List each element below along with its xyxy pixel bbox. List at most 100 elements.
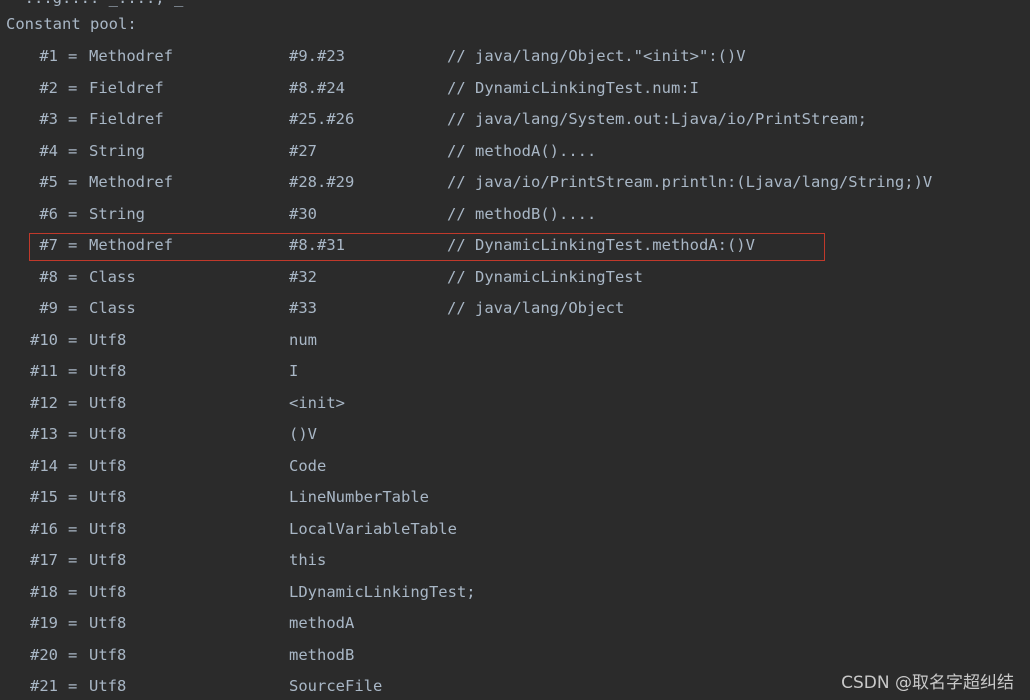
entry-index: #8 <box>39 267 58 286</box>
entry-ref: methodA <box>289 614 355 632</box>
entry-ref: LineNumberTable <box>289 488 429 506</box>
constant-pool-entry: #4 = String #27 // methodA().... <box>0 136 1030 168</box>
entry-ref: LocalVariableTable <box>289 519 457 538</box>
entry-index: #19 <box>30 614 58 632</box>
entry-equals: = <box>68 614 78 632</box>
entry-equals: = <box>68 645 78 664</box>
constant-pool-list: #1 = Methodref #9.#23 // java/lang/Object."<… <box>0 41 1030 700</box>
entry-ref: ()V <box>289 425 317 443</box>
constant-pool-header: Constant pool: <box>6 15 137 33</box>
entry-index: #5 <box>39 173 58 191</box>
entry-comment: // java/lang/System.out:Ljava/io/PrintSt… <box>447 110 867 128</box>
entry-index: #4 <box>39 141 58 160</box>
entry-equals: = <box>68 141 78 160</box>
entry-ref: #28.#29 <box>289 173 355 191</box>
entry-type: Methodref <box>89 47 173 65</box>
constant-pool-entry: #8 = Class #32 // DynamicLinkingTest <box>0 262 1030 294</box>
entry-ref: this <box>289 551 327 569</box>
entry-type: Utf8 <box>89 362 127 380</box>
entry-index: #10 <box>30 330 58 349</box>
entry-ref: SourceFile <box>289 677 383 695</box>
constant-pool-entry: #7 = Methodref #8.#31 // DynamicLinkingTest.… <box>0 230 1030 262</box>
entry-index: #3 <box>39 110 58 128</box>
constant-pool-entry: #19 = Utf8 methodA <box>0 608 1030 640</box>
entry-equals: = <box>68 677 78 695</box>
entry-ref: #25.#26 <box>289 110 355 128</box>
entry-ref: <init> <box>289 393 345 412</box>
entry-type: Utf8 <box>89 645 127 664</box>
entry-comment: // methodA().... <box>447 141 597 160</box>
constant-pool-entry: #15 = Utf8 LineNumberTable <box>0 482 1030 514</box>
entry-index: #14 <box>30 456 58 475</box>
entry-index: #17 <box>30 551 58 569</box>
entry-type: Class <box>89 267 136 286</box>
entry-type: Class <box>89 299 136 317</box>
terminal-output[interactable]: ...g...: _...., _ Constant pool: #1 = Meth… <box>0 0 1030 700</box>
constant-pool-entry: #18 = Utf8 LDynamicLinkingTest; <box>0 577 1030 609</box>
entry-ref: #33 <box>289 299 317 317</box>
entry-ref: #8.#31 <box>289 236 345 254</box>
entry-equals: = <box>68 551 78 569</box>
constant-pool-entry: #5 = Methodref #28.#29 // java/io/PrintStrea… <box>0 167 1030 199</box>
entry-ref: #9.#23 <box>289 47 345 65</box>
constant-pool-entry: #1 = Methodref #9.#23 // java/lang/Object."<… <box>0 41 1030 73</box>
entry-equals: = <box>68 173 78 191</box>
entry-type: Utf8 <box>89 614 127 632</box>
entry-ref: #27 <box>289 141 317 160</box>
entry-index: #9 <box>39 299 58 317</box>
entry-type: Fieldref <box>89 78 164 97</box>
entry-comment: // methodB().... <box>447 204 597 223</box>
constant-pool-entry: #10 = Utf8 num <box>0 325 1030 357</box>
entry-index: #15 <box>30 488 58 506</box>
constant-pool-entry: #16 = Utf8 LocalVariableTable <box>0 514 1030 546</box>
entry-index: #6 <box>39 204 58 223</box>
entry-comment: // java/lang/Object."<init>":()V <box>447 47 746 65</box>
entry-equals: = <box>68 267 78 286</box>
entry-type: Methodref <box>89 173 173 191</box>
entry-ref: num <box>289 330 317 349</box>
entry-comment: // DynamicLinkingTest.num:I <box>447 78 699 97</box>
entry-equals: = <box>68 47 78 65</box>
entry-comment: // DynamicLinkingTest <box>447 267 643 286</box>
entry-comment: // java/io/PrintStream.println:(Ljava/la… <box>447 173 933 191</box>
constant-pool-entry: #6 = String #30 // methodB().... <box>0 199 1030 231</box>
entry-type: Utf8 <box>89 488 127 506</box>
entry-type: Utf8 <box>89 393 127 412</box>
entry-equals: = <box>68 110 78 128</box>
constant-pool-entry: #3 = Fieldref #25.#26 // java/lang/System.ou… <box>0 104 1030 136</box>
watermark: CSDN @取名字超纠结 <box>841 673 1014 693</box>
entry-type: Utf8 <box>89 456 127 475</box>
entry-index: #21 <box>30 677 58 695</box>
truncated-line: ...g...: _...., _ <box>6 0 184 8</box>
constant-pool-entry: #13 = Utf8 ()V <box>0 419 1030 451</box>
entry-comment: // java/lang/Object <box>447 299 625 317</box>
constant-pool-entry: #14 = Utf8 Code <box>0 451 1030 483</box>
entry-ref: methodB <box>289 645 355 664</box>
entry-equals: = <box>68 425 78 443</box>
entry-equals: = <box>68 582 78 601</box>
entry-comment: // DynamicLinkingTest.methodA:()V <box>447 236 755 254</box>
entry-equals: = <box>68 393 78 412</box>
entry-ref: #30 <box>289 204 317 223</box>
constant-pool-entry: #20 = Utf8 methodB <box>0 640 1030 672</box>
entry-index: #20 <box>30 645 58 664</box>
entry-equals: = <box>68 78 78 97</box>
entry-equals: = <box>68 362 78 380</box>
entry-equals: = <box>68 299 78 317</box>
entry-type: String <box>89 141 145 160</box>
entry-equals: = <box>68 236 78 254</box>
entry-index: #13 <box>30 425 58 443</box>
entry-index: #11 <box>30 362 58 380</box>
entry-ref: #32 <box>289 267 317 286</box>
entry-ref: LDynamicLinkingTest; <box>289 582 476 601</box>
entry-index: #18 <box>30 582 58 601</box>
entry-ref: I <box>289 362 299 380</box>
entry-type: String <box>89 204 145 223</box>
entry-equals: = <box>68 204 78 223</box>
entry-type: Utf8 <box>89 551 127 569</box>
entry-type: Utf8 <box>89 425 127 443</box>
entry-type: Utf8 <box>89 330 127 349</box>
entry-ref: #8.#24 <box>289 78 345 97</box>
constant-pool-entry: #9 = Class #33 // java/lang/Object <box>0 293 1030 325</box>
constant-pool-entry: #11 = Utf8 I <box>0 356 1030 388</box>
